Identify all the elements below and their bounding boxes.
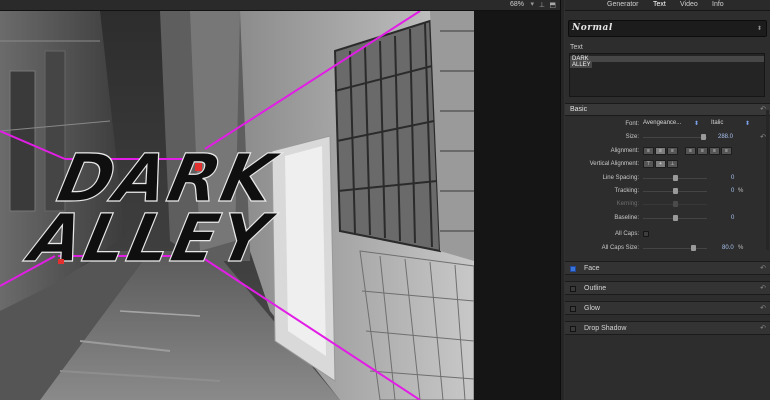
all-caps-row: All Caps: [565,228,770,241]
viewer: 68% ▾ ⊥ ⬒ DARK ALLEY [0,0,560,400]
size-label: Size: [625,134,639,140]
reset-arrow-icon[interactable]: ↶ [760,324,766,332]
line-spacing-slider-knob[interactable] [673,175,678,181]
text-line-1: DARK [570,56,764,62]
vertical-alignment-row: Vertical Alignment: ⊤ + ⊥ [565,158,770,171]
align-middle-icon[interactable]: + [655,160,666,168]
glow-enable-checkbox[interactable] [570,306,576,312]
line-spacing-value[interactable]: 0 [731,175,734,181]
alignment-label: Alignment: [610,148,639,154]
viewer-toolbar: 68% ▾ ⊥ ⬒ [0,0,560,11]
line-spacing-row: Line Spacing: 0 [565,172,770,185]
face-label: Face [584,265,600,272]
text-line-2: ALLEY [570,62,592,68]
glow-section-header[interactable]: Glow ↶ [565,301,770,315]
justify-left-icon[interactable]: ≡ [685,147,696,155]
size-value[interactable]: 288.0 [718,134,733,140]
line-spacing-label: Line Spacing: [602,175,639,181]
tab-info[interactable]: Info [712,1,724,8]
viewer-empty-area [474,11,560,400]
size-slider[interactable] [643,134,707,140]
reset-arrow-icon[interactable]: ↶ [760,304,766,312]
align-bottom-icon[interactable]: ⊥ [667,160,678,168]
text-style-preset-selector[interactable]: Normal ⬍ [568,20,767,37]
baseline-label: Baseline: [614,215,639,221]
font-row: Font: Avengeance... ⬍ Italic ⬍ [565,118,770,131]
baseline-slider-knob[interactable] [673,215,678,221]
view-options-icon[interactable]: ⊥ [539,1,545,9]
outline-section-header[interactable]: Outline ↶ [565,281,770,295]
alignment-row: Alignment: ≡ ≡ ≡ ≡ ≡ ≡ ≡ [565,145,770,158]
size-slider-knob[interactable] [701,134,706,140]
tab-text[interactable]: Text [653,1,666,8]
alignment-buttons: ≡ ≡ ≡ ≡ ≡ ≡ ≡ [643,147,732,156]
align-top-icon[interactable]: ⊤ [643,160,654,168]
face-section-header[interactable]: Face ↶ [565,261,770,275]
all-caps-size-unit: % [738,245,744,251]
tab-generator[interactable]: Generator [607,1,639,8]
font-style-select[interactable]: Italic [711,120,723,129]
font-label: Font: [625,121,639,127]
tracking-slider[interactable] [643,188,707,194]
all-caps-checkbox[interactable] [643,231,649,237]
face-enable-checkbox[interactable] [570,266,576,272]
chevron-updown-icon[interactable]: ⬍ [745,120,750,127]
font-select[interactable]: Avengeance... [643,120,681,129]
all-caps-label: All Caps: [614,231,639,237]
justify-full-icon[interactable]: ≡ [721,147,732,155]
title-line-2: ALLEY [19,200,282,277]
tracking-row: Tracking: 0 % [565,185,770,198]
chevron-down-icon[interactable]: ▾ [530,0,534,8]
inspector-panel: Generator Text Video Info Normal ⬍ Text … [565,0,770,400]
tab-video[interactable]: Video [680,1,698,8]
tracking-value[interactable]: 0 [731,188,734,194]
kerning-slider-knob [673,201,678,207]
justify-right-icon[interactable]: ≡ [709,147,720,155]
text-section-label: Text [570,44,583,51]
fullscreen-icon[interactable]: ⬒ [549,1,556,9]
vertical-alignment-label: Vertical Alignment: [589,161,639,167]
chevron-updown-icon[interactable]: ⬍ [694,120,699,127]
preset-name: Normal [572,23,613,33]
outline-label: Outline [584,285,607,292]
basic-section-header[interactable]: Basic ↶ [565,103,770,116]
chevron-updown-icon: ⬍ [756,26,762,32]
baseline-value[interactable]: 0 [731,215,734,221]
reset-arrow-icon[interactable]: ↶ [760,264,766,272]
tracking-label: Tracking: [614,188,639,194]
outline-enable-checkbox[interactable] [570,286,576,292]
align-left-icon[interactable]: ≡ [643,147,654,155]
all-caps-size-row: All Caps Size: 80.0 % [565,242,770,255]
vertical-alignment-buttons: ⊤ + ⊥ [643,160,678,169]
size-row: Size: 288.0 ↶ [565,131,770,144]
alley-scene: DARK ALLEY [0,11,474,400]
glow-label: Glow [584,305,600,312]
kerning-label: Kerning: [616,201,639,207]
align-center-icon[interactable]: ≡ [655,147,666,155]
all-caps-size-label: All Caps Size: [601,245,639,251]
zoom-level[interactable]: 68% [510,1,524,8]
basic-section-label: Basic [570,106,588,113]
tracking-slider-knob[interactable] [673,188,678,194]
all-caps-size-slider-knob[interactable] [691,245,696,251]
tracking-unit: % [738,188,744,194]
drop-shadow-section-header[interactable]: Drop Shadow ↶ [565,321,770,335]
all-caps-size-value[interactable]: 80.0 [722,245,734,251]
text-input-area[interactable]: DARK ALLEY [569,53,765,97]
drop-shadow-label: Drop Shadow [584,325,627,332]
justify-center-icon[interactable]: ≡ [697,147,708,155]
inspector-tabs: Generator Text Video Info [565,0,770,11]
kerning-row: Kerning: [565,198,770,211]
video-canvas[interactable]: DARK ALLEY [0,11,474,400]
inspector-scrollbar[interactable] [766,110,769,250]
line-spacing-slider[interactable] [643,175,707,181]
baseline-row: Baseline: 0 [565,212,770,225]
kerning-slider [643,201,707,207]
reset-arrow-icon[interactable]: ↶ [760,284,766,292]
all-caps-size-slider[interactable] [643,245,707,251]
align-right-icon[interactable]: ≡ [667,147,678,155]
drop-shadow-enable-checkbox[interactable] [570,326,576,332]
